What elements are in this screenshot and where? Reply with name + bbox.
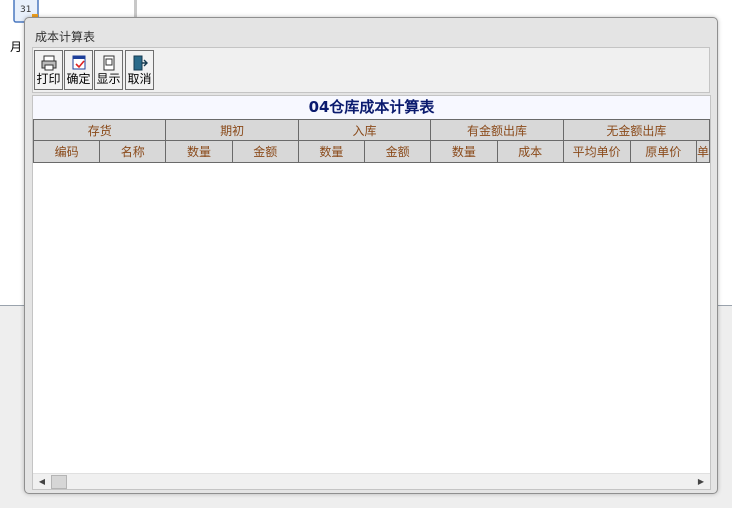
confirm-label: 确定	[66, 72, 91, 86]
confirm-button[interactable]: 确定	[64, 50, 93, 90]
column-header-opening-qty[interactable]: 数量	[165, 140, 233, 163]
svg-text:31: 31	[20, 5, 31, 15]
cancel-button[interactable]: 取消	[125, 50, 154, 90]
column-header-original-unit-price[interactable]: 原单价	[629, 140, 697, 163]
column-header-inbound-amount[interactable]: 金额	[364, 140, 432, 163]
scrollbar-thumb[interactable]	[51, 475, 67, 489]
window-title: 成本计算表	[35, 30, 96, 44]
column-header-partial[interactable]: 单	[695, 140, 710, 163]
cancel-label: 取消	[127, 72, 152, 86]
group-header-opening[interactable]: 期初	[165, 119, 299, 141]
scroll-left-icon[interactable]: ◀	[35, 475, 49, 488]
cost-calc-window: 成本计算表 打印 确定 显示 取消 04仓库成本计算表 存货 期初 入库 有金额…	[24, 17, 718, 494]
report-title: 04仓库成本计算表	[33, 96, 710, 119]
column-header-code[interactable]: 编码	[33, 140, 101, 163]
report-area: 04仓库成本计算表 存货 期初 入库 有金额出库 无金额出库 编码 名称 数量	[32, 95, 711, 490]
confirm-icon	[72, 55, 86, 70]
group-header-inbound[interactable]: 入库	[297, 119, 432, 141]
report-grid: 存货 期初 入库 有金额出库 无金额出库 编码 名称 数量 金额 数量 金额 数…	[33, 119, 710, 163]
desktop-icon-label: 月	[10, 40, 23, 54]
column-header-name[interactable]: 名称	[99, 140, 167, 163]
column-header-avg-unit-price[interactable]: 平均单价	[562, 140, 631, 163]
toolbar: 打印 确定 显示 取消	[32, 47, 710, 93]
show-label: 显示	[96, 72, 121, 86]
column-header-outbound-qty[interactable]: 数量	[430, 140, 498, 163]
column-header-opening-amount[interactable]: 金额	[231, 140, 299, 163]
horizontal-scrollbar[interactable]: ◀ ▶	[33, 473, 710, 489]
group-header-outbound-with-amount[interactable]: 有金额出库	[430, 119, 564, 141]
scroll-right-icon[interactable]: ▶	[694, 475, 708, 488]
display-icon	[103, 55, 115, 71]
exit-door-icon	[133, 55, 148, 71]
print-button[interactable]: 打印	[34, 50, 63, 90]
column-header-inbound-qty[interactable]: 数量	[297, 140, 366, 163]
print-label: 打印	[36, 72, 61, 86]
printer-icon	[41, 55, 57, 71]
show-button[interactable]: 显示	[94, 50, 123, 90]
group-header-outbound-no-amount[interactable]: 无金额出库	[562, 119, 710, 141]
group-header-inventory[interactable]: 存货	[33, 119, 167, 141]
column-header-outbound-cost[interactable]: 成本	[496, 140, 564, 163]
